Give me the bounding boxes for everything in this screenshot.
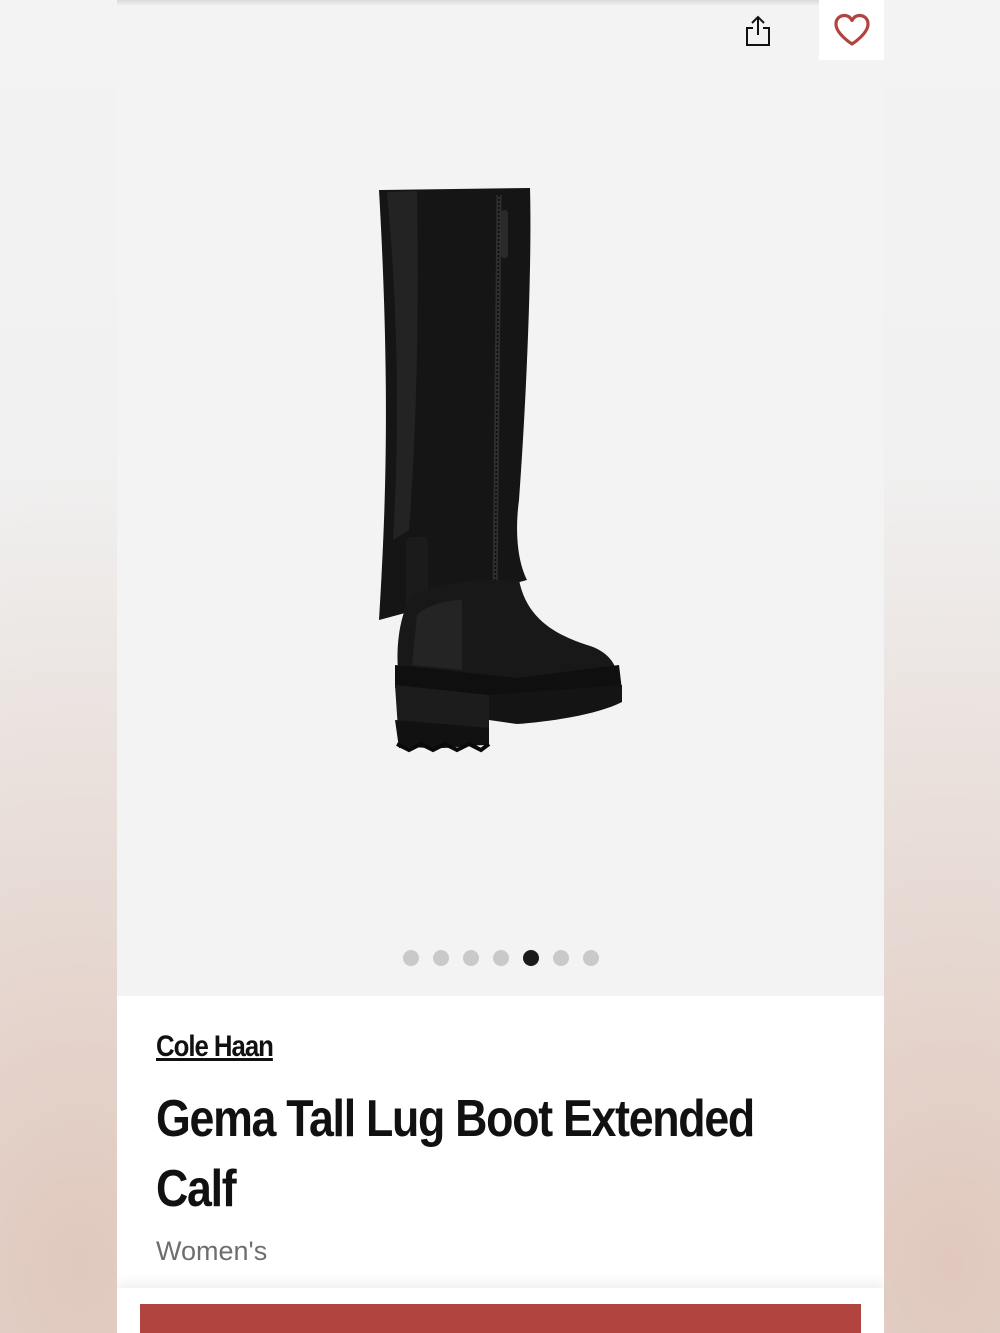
share-icon bbox=[746, 15, 770, 46]
bottom-bar bbox=[117, 1288, 884, 1333]
favorite-button[interactable] bbox=[819, 0, 884, 60]
carousel-dot[interactable] bbox=[492, 950, 509, 966]
boot-image bbox=[378, 188, 622, 753]
primary-action-button[interactable] bbox=[140, 1304, 861, 1333]
product-image[interactable] bbox=[117, 60, 884, 940]
carousel-dot[interactable] bbox=[582, 950, 599, 966]
carousel-dot[interactable] bbox=[522, 950, 539, 966]
carousel-dot[interactable] bbox=[432, 950, 449, 966]
product-sheet: Cole Haan Gema Tall Lug Boot Extended Ca… bbox=[117, 0, 884, 1333]
product-gender: Women's bbox=[156, 1236, 268, 1266]
carousel-dot[interactable] bbox=[462, 950, 479, 966]
carousel-indicator bbox=[117, 950, 884, 966]
carousel-dot[interactable] bbox=[552, 950, 569, 966]
brand-link[interactable]: Cole Haan bbox=[156, 1030, 274, 1064]
heart-icon bbox=[833, 13, 870, 46]
product-info: Cole Haan Gema Tall Lug Boot Extended Ca… bbox=[117, 996, 884, 1288]
top-shadow bbox=[117, 0, 884, 6]
product-title: Gema Tall Lug Boot Extended Calf bbox=[156, 1090, 755, 1218]
share-button[interactable] bbox=[739, 12, 777, 50]
carousel-dot[interactable] bbox=[402, 950, 419, 966]
